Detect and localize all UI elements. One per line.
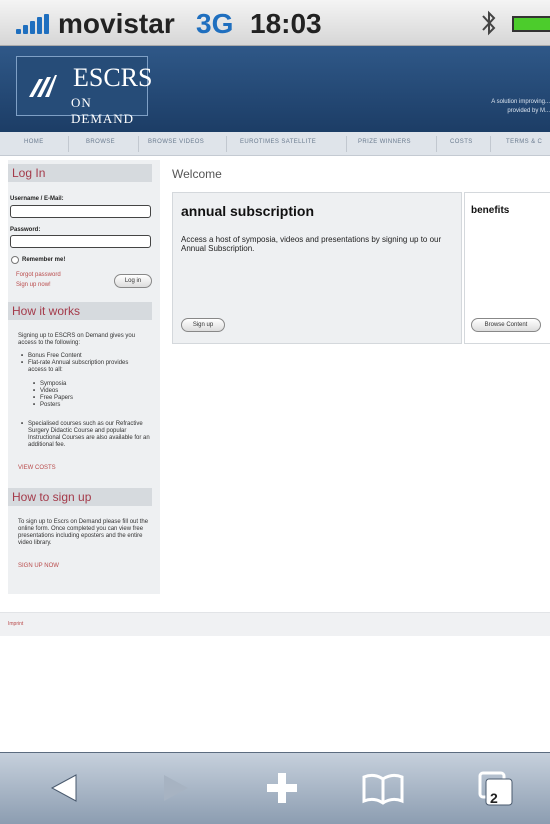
back-icon[interactable] xyxy=(44,765,84,811)
how-it-works-intro: Signing up to ESCRS on Demand gives you … xyxy=(18,333,136,346)
subscription-panel: annual subscription Access a host of sym… xyxy=(172,192,462,344)
sign-up-button[interactable]: Sign up xyxy=(181,318,225,332)
browse-content-button[interactable]: Browse Content xyxy=(471,318,541,332)
how-to-sign-up-text: To sign up to Escrs on Demand please fil… xyxy=(18,519,149,546)
forward-icon[interactable] xyxy=(156,765,196,811)
how-it-works-heading: How it works xyxy=(8,302,152,320)
nav-prize-winners[interactable]: PRIZE WINNERS xyxy=(358,139,411,145)
username-label: Username / E-Mail: xyxy=(10,196,64,202)
logo-mark-icon xyxy=(29,75,57,97)
status-bar: movistar 3G 18:03 xyxy=(0,0,550,46)
logo-subtitle: ON DEMAND xyxy=(71,95,135,126)
main-nav: HOME BROWSE BROWSE VIDEOS EUROTIMES SATE… xyxy=(0,132,550,156)
tab-count: 2 xyxy=(490,790,498,806)
nav-home[interactable]: HOME xyxy=(24,139,44,145)
view-costs-link[interactable]: VIEW COSTS xyxy=(18,465,56,471)
imprint-link[interactable]: Imprint xyxy=(8,621,23,627)
carrier-name: movistar xyxy=(58,8,175,39)
subscription-title: annual subscription xyxy=(181,203,315,219)
list-item: • Flat-rate Annual subscription provides … xyxy=(21,360,129,373)
bookmarks-icon[interactable] xyxy=(360,765,406,811)
nav-browse[interactable]: BROWSE xyxy=(86,139,115,145)
list-item: • Symposia xyxy=(33,381,67,387)
benefits-panel: benefits Browse Content xyxy=(464,192,550,344)
header-tagline: A solution improving... provided by M... xyxy=(491,99,550,114)
page-title: Welcome xyxy=(172,167,222,181)
benefits-title: benefits xyxy=(471,205,510,216)
logo-title: ESCRS xyxy=(73,63,153,92)
password-label: Password: xyxy=(10,227,41,233)
signup-now-link[interactable]: Sign up now! xyxy=(16,282,51,288)
remember-checkbox[interactable] xyxy=(11,256,19,264)
browser-toolbar xyxy=(0,752,550,824)
login-heading: Log In xyxy=(8,164,152,182)
site-header: ESCRS ON DEMAND A solution improving... … xyxy=(0,46,550,132)
sign-up-now-link[interactable]: SIGN UP NOW xyxy=(18,563,59,569)
network-type: 3G xyxy=(196,8,234,39)
signal-icon xyxy=(16,14,56,34)
site-logo[interactable]: ESCRS ON DEMAND xyxy=(16,56,153,126)
battery-icon xyxy=(512,16,550,32)
nav-browse-videos[interactable]: BROWSE VIDEOS xyxy=(148,139,204,145)
forgot-password-link[interactable]: Forgot password xyxy=(16,272,61,278)
bluetooth-icon xyxy=(482,10,496,36)
list-item: • Bonus Free Content xyxy=(21,353,82,359)
nav-eurotimes-satellite[interactable]: EUROTIMES SATELLITE xyxy=(240,139,316,145)
subscription-description: Access a host of symposia, videos and pr… xyxy=(181,235,442,253)
password-input[interactable] xyxy=(10,235,151,248)
remember-label: Remember me! xyxy=(22,257,66,263)
add-bookmark-icon[interactable] xyxy=(262,765,302,811)
how-to-sign-up-heading: How to sign up xyxy=(8,488,152,506)
list-item: • Videos xyxy=(33,388,59,394)
list-item: • Free Papers xyxy=(33,395,74,401)
list-item: • Posters xyxy=(33,402,61,408)
list-item: • Specialised courses such as our Refract… xyxy=(21,421,150,448)
clock: 18:03 xyxy=(250,8,322,39)
nav-costs[interactable]: COSTS xyxy=(450,139,473,145)
page-footer: Imprint xyxy=(0,612,550,636)
login-button[interactable]: Log in xyxy=(114,274,152,288)
username-input[interactable] xyxy=(10,205,151,218)
nav-terms[interactable]: TERMS & C xyxy=(506,139,542,145)
